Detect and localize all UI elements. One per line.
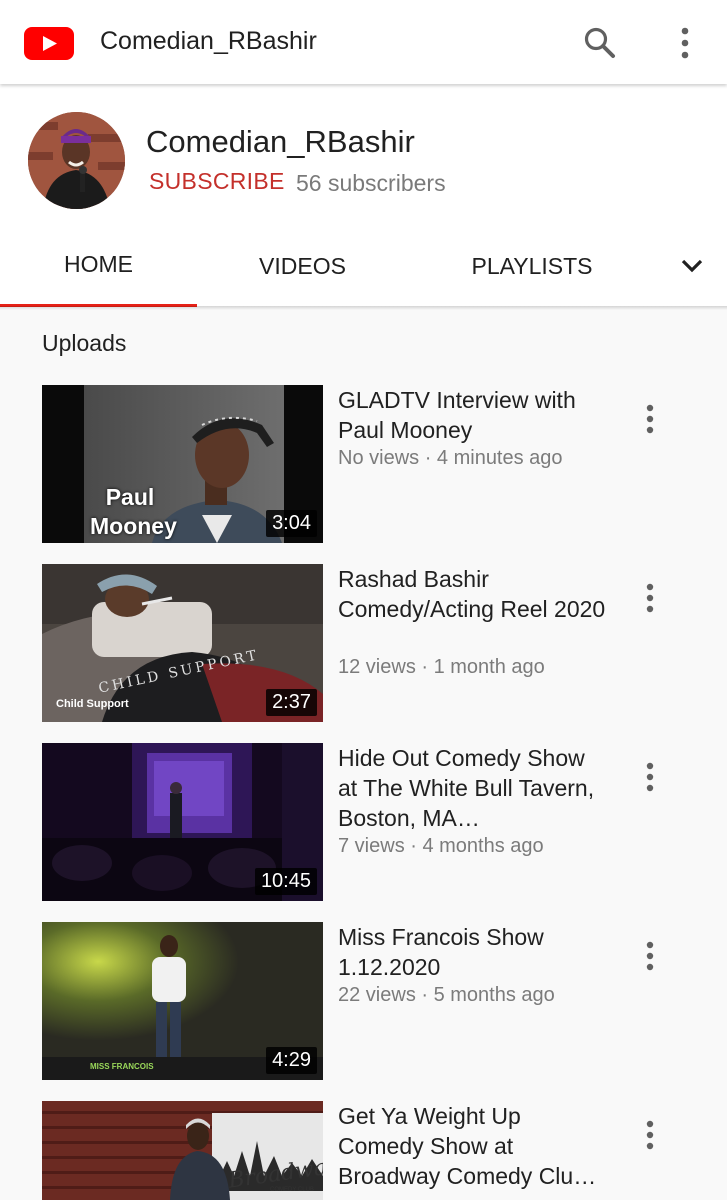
video-item[interactable]: CHILD SUPPORT Child Support 2:37 Rashad … [0,564,727,724]
channel-avatar[interactable] [28,112,125,209]
chevron-down-icon[interactable] [664,224,720,308]
thumbnail-caption: Child Support [56,698,129,710]
video-duration: 3:04 [266,510,317,537]
more-vert-icon[interactable] [662,20,708,66]
tab-home[interactable]: HOME [0,222,197,306]
sign-subtext: COMEDY CLUB [270,1187,314,1193]
video-item[interactable]: Broadway COMEDY CLUB Get Ya Weight Up Co… [0,1101,727,1200]
more-vert-icon[interactable] [628,397,672,441]
video-title[interactable]: GLADTV Interview with Paul Mooney [338,385,608,445]
subscribe-button[interactable]: SUBSCRIBE [149,168,285,195]
thumbnail-caption: Paul Mooney [90,484,177,539]
channel-tabs: HOME VIDEOS PLAYLISTS [0,224,727,308]
video-title[interactable]: Hide Out Comedy Show at The White Bull T… [338,743,608,833]
channel-name: Comedian_RBashir [146,124,415,159]
video-item[interactable]: 10:45 Hide Out Comedy Show at The White … [0,743,727,903]
video-title[interactable]: Miss Francois Show 1.12.2020 [338,922,608,982]
video-thumbnail[interactable]: Paul Mooney 3:04 [42,385,323,543]
top-app-bar: Comedian_RBashir [0,0,727,84]
video-thumbnail[interactable]: Broadway COMEDY CLUB [42,1101,323,1200]
header-divider [0,306,727,310]
search-icon[interactable] [577,20,623,66]
tab-videos[interactable]: VIDEOS [205,224,400,308]
video-thumbnail[interactable]: MISS FRANCOIS 4:29 [42,922,323,1080]
video-meta: 22 views · 5 months ago [338,984,555,1006]
more-vert-icon[interactable] [628,576,672,620]
subscriber-count: 56 subscribers [296,170,446,196]
video-duration: 2:37 [266,689,317,716]
tab-label: VIDEOS [259,252,346,279]
video-title[interactable]: Get Ya Weight Up Comedy Show at Broadway… [338,1101,608,1191]
youtube-logo-icon[interactable] [24,27,74,60]
video-title[interactable]: Rashad Bashir Comedy/Acting Reel 2020 [338,564,608,624]
video-thumbnail[interactable]: 10:45 [42,743,323,901]
more-vert-icon[interactable] [628,934,672,978]
video-meta: 7 views · 4 months ago [338,835,544,857]
video-item[interactable]: Paul Mooney 3:04 GLADTV Interview with P… [0,385,727,545]
tab-label: PLAYLISTS [471,252,593,279]
tab-label: HOME [64,250,133,277]
video-thumbnail[interactable]: CHILD SUPPORT Child Support 2:37 [42,564,323,722]
video-watermark: MISS FRANCOIS [90,1062,154,1071]
video-duration: 4:29 [266,1047,317,1074]
video-duration: 10:45 [254,868,317,895]
more-vert-icon[interactable] [628,1113,672,1157]
uploads-section-title: Uploads [42,330,127,356]
video-meta: No views · 4 minutes ago [338,447,563,469]
channel-header: Comedian_RBashir SUBSCRIBE 56 subscriber… [0,84,727,308]
more-vert-icon[interactable] [628,755,672,799]
video-meta: 12 views · 1 month ago [338,656,545,678]
app-bar-title: Comedian_RBashir [100,27,317,55]
video-item[interactable]: MISS FRANCOIS 4:29 Miss Francois Show 1.… [0,922,727,1082]
tab-playlists[interactable]: PLAYLISTS [434,224,630,308]
